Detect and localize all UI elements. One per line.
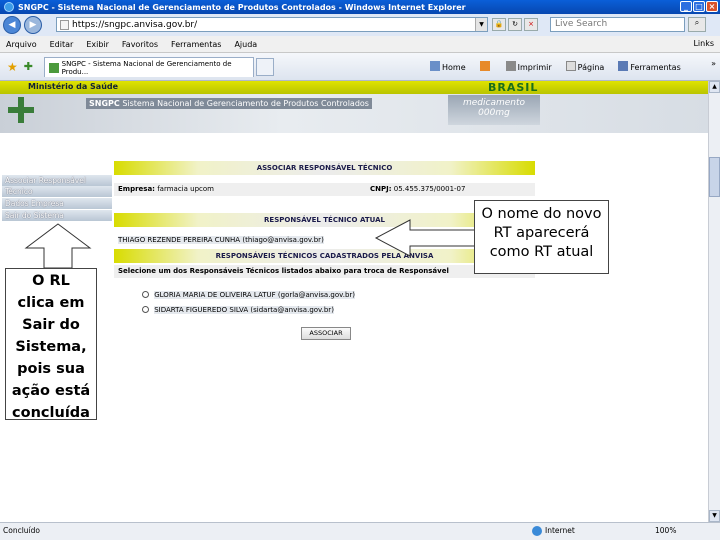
lock-icon[interactable]: 🔒 — [492, 18, 506, 31]
callout-left: O RL clica em Sair do Sistema, pois sua … — [5, 268, 97, 421]
ie-icon — [4, 2, 14, 12]
cross-logo-icon — [8, 97, 34, 123]
menu-item-ferramentas[interactable]: Ferramentas — [171, 40, 221, 49]
brasil-logo: BRASIL — [488, 81, 539, 94]
url-text: https://sngpc.anvisa.gov.br/ — [72, 19, 198, 30]
scroll-down-icon[interactable]: ▼ — [709, 510, 720, 522]
browser-tab[interactable]: SNGPC - Sistema Nacional de Gerenciament… — [44, 57, 254, 77]
menu-item-arquivo[interactable]: Arquivo — [6, 40, 37, 49]
close-button[interactable]: × — [706, 1, 718, 12]
medicamento-image: medicamento 000mg — [448, 95, 540, 125]
sidebar-item-tecnico[interactable]: Técnico — [2, 186, 112, 198]
rt-atual-name: THIAGO REZENDE PEREIRA CUNHA — [118, 236, 241, 244]
rt-atual-row: THIAGO REZENDE PEREIRA CUNHA (thiago@anv… — [114, 234, 535, 247]
sidebar-item-dados-empresa[interactable]: Dados Empresa — [2, 198, 112, 210]
sidebar-item-sair[interactable]: Sair do Sistema — [2, 210, 112, 222]
ministerio-label: Ministério da Saúde — [28, 82, 119, 91]
callout-right: O nome do novo RT aparecerá como RT atua… — [474, 200, 609, 274]
site-banner: Ministério da Saúde BRASIL SNGPC Sistema… — [0, 81, 708, 133]
rss-icon — [479, 61, 490, 71]
command-bar: ★ ✚ SNGPC - Sistema Nacional de Gerencia… — [0, 53, 720, 81]
favicon-icon — [49, 62, 59, 73]
form-panel: ASSOCIAR RESPONSÁVEL TÉCNICO Empresa: fa… — [114, 161, 535, 346]
header-atual: RESPONSÁVEL TÉCNICO ATUAL — [114, 213, 535, 227]
window-title: SNGPC - Sistema Nacional de Gerenciament… — [18, 2, 466, 12]
tab-title: SNGPC - Sistema Nacional de Gerenciament… — [61, 59, 232, 76]
links-button[interactable]: Links — [693, 39, 714, 48]
header-associar: ASSOCIAR RESPONSÁVEL TÉCNICO — [114, 161, 535, 175]
option-row-1[interactable]: GLORIA MARIA DE OLIVEIRA LATUF (gorla@an… — [114, 289, 535, 302]
menu-item-editar[interactable]: Editar — [50, 40, 74, 49]
chevron-down-icon[interactable]: ▼ — [475, 18, 487, 31]
cnpj-value: 05.455.375/0001-07 — [393, 185, 466, 193]
add-favorite-icon[interactable]: ✚ — [24, 60, 33, 73]
forward-icon[interactable]: ▶ — [24, 16, 42, 34]
minimize-button[interactable]: _ — [680, 1, 692, 12]
menu-item-favoritos[interactable]: Favoritos — [122, 40, 158, 49]
scroll-thumb[interactable] — [709, 157, 720, 197]
page-content: Ministério da Saúde BRASIL SNGPC Sistema… — [0, 81, 708, 522]
option-row-2[interactable]: SIDARTA FIGUEREDO SILVA (sidarta@anvisa.… — [114, 304, 535, 317]
address-bar: ◀ ▶ https://sngpc.anvisa.gov.br/ ▼ 🔒 ↻ ×… — [0, 14, 720, 36]
back-icon[interactable]: ◀ — [3, 16, 21, 34]
new-tab-button[interactable] — [256, 58, 274, 76]
tools-button[interactable]: Ferramentas — [618, 61, 681, 72]
menu-item-ajuda[interactable]: Ajuda — [234, 40, 257, 49]
empresa-value: farmacia upcom — [157, 185, 214, 193]
favorites-star-icon[interactable]: ★ — [7, 60, 18, 74]
sngpc-title: SNGPC Sistema Nacional de Gerenciamento … — [86, 98, 372, 109]
home-icon — [430, 61, 440, 71]
page-menu-icon — [565, 61, 576, 71]
refresh-icon[interactable]: ↻ — [508, 18, 522, 31]
rt-atual-email: (thiago@anvisa.gov.br) — [242, 236, 324, 244]
sidebar-menu: Associar Responsável Técnico Dados Empre… — [2, 175, 112, 222]
stop-icon[interactable]: × — [524, 18, 538, 31]
more-chevron-icon[interactable]: » — [711, 59, 716, 68]
radio-option-2[interactable] — [142, 306, 149, 313]
header-cadastrados: RESPONSÁVEIS TÉCNICOS CADASTRADOS PELA A… — [114, 249, 535, 263]
menu-bar: Arquivo Editar Exibir Favoritos Ferramen… — [0, 36, 720, 53]
status-bar: Concluído Internet 100% — [0, 522, 720, 540]
page-icon — [60, 19, 69, 30]
scroll-up-icon[interactable]: ▲ — [709, 81, 720, 93]
search-input[interactable]: Live Search — [550, 17, 685, 32]
vertical-scrollbar[interactable]: ▲ ▼ — [708, 81, 720, 522]
globe-icon — [532, 526, 542, 536]
feeds-button[interactable] — [479, 61, 492, 72]
radio-option-1[interactable] — [142, 291, 149, 298]
print-button[interactable]: Imprimir — [505, 61, 552, 72]
page-button[interactable]: Página — [565, 61, 604, 72]
status-text: Concluído — [3, 526, 40, 535]
instruction-text: Selecione um dos Responsáveis Técnicos l… — [114, 265, 535, 278]
maximize-button[interactable]: □ — [693, 1, 705, 12]
url-field[interactable]: https://sngpc.anvisa.gov.br/ ▼ — [56, 17, 488, 32]
gear-icon — [618, 61, 629, 71]
window-titlebar: SNGPC - Sistema Nacional de Gerenciament… — [0, 0, 720, 14]
search-icon[interactable]: ⌕ — [688, 17, 706, 32]
printer-icon — [505, 61, 516, 71]
associar-button[interactable]: ASSOCIAR — [301, 327, 351, 340]
home-button[interactable]: Home — [430, 61, 466, 72]
menu-item-exibir[interactable]: Exibir — [86, 40, 109, 49]
zone-label: Internet — [545, 526, 575, 535]
zoom-level[interactable]: 100% — [655, 526, 676, 535]
empresa-row: Empresa: farmacia upcom CNPJ: 05.455.375… — [114, 183, 535, 196]
